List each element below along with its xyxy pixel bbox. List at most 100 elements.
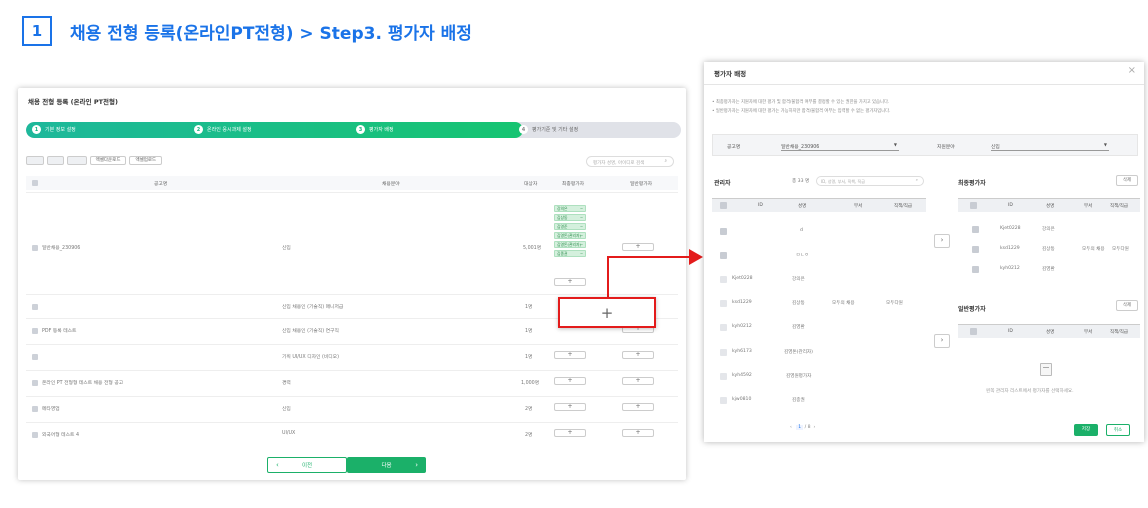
select-all-checkbox[interactable] bbox=[970, 328, 977, 335]
final-id: Kjet0228 bbox=[1000, 226, 1021, 231]
row-checkbox[interactable] bbox=[32, 406, 38, 412]
row-checkbox[interactable] bbox=[720, 349, 727, 356]
progress-fill bbox=[26, 122, 523, 138]
save-button[interactable]: 저장 bbox=[1074, 424, 1098, 436]
row-checkbox[interactable] bbox=[972, 246, 979, 253]
step-label: 기본 정보 설정 bbox=[45, 127, 76, 133]
next-label: 다음 bbox=[381, 463, 392, 469]
row-notice-name: 온라인 PT 전형형 테스트 채용 전형 공고 bbox=[42, 381, 124, 386]
general-delete-button[interactable]: 삭제 bbox=[1116, 300, 1138, 311]
notice-select[interactable]: 일반채용_230906 ▼ bbox=[781, 140, 899, 151]
filter-bar: 공고명 일반채용_230906 ▼ 지원분야 신입 ▼ bbox=[712, 134, 1138, 156]
select-all-checkbox[interactable] bbox=[720, 202, 727, 209]
close-icon[interactable]: × bbox=[1128, 65, 1136, 76]
final-name: 강의은 bbox=[1042, 227, 1055, 232]
final-delete-button[interactable]: 삭제 bbox=[1116, 175, 1138, 186]
add-final-evaluator-button[interactable]: + bbox=[554, 429, 586, 437]
row-checkbox[interactable] bbox=[720, 324, 727, 331]
final-table-header: ID 성명 부서 직책/직급 bbox=[958, 198, 1140, 212]
row-checkbox[interactable] bbox=[720, 397, 727, 404]
page-next-icon[interactable]: › bbox=[814, 425, 816, 430]
divider bbox=[704, 84, 1144, 85]
callout-arrow-head bbox=[689, 249, 703, 265]
next-button[interactable]: 다음 › bbox=[347, 457, 426, 473]
row-checkbox[interactable] bbox=[720, 373, 727, 380]
row-checkbox[interactable] bbox=[32, 328, 38, 334]
final-evaluator-tags: 강의은 − 김상동 − 김영준 − 김영돈(관리자) − 김영돈(관리자) − 김종권 − bbox=[554, 205, 586, 257]
row-count: 5,001명 bbox=[523, 246, 542, 251]
final-section-title: 최종평가자 bbox=[958, 180, 986, 187]
step-item-3[interactable]: 3 평가자 배정 bbox=[356, 125, 394, 134]
add-final-evaluator-button[interactable]: + bbox=[554, 351, 586, 359]
page-current[interactable]: 1 bbox=[796, 425, 804, 430]
step-item-4[interactable]: 4 평가기준 및 기타 설정 bbox=[519, 125, 578, 134]
cancel-button[interactable]: 취소 bbox=[1106, 424, 1130, 436]
row-checkbox[interactable] bbox=[720, 252, 727, 259]
step-label: 온라인 응시과제 설정 bbox=[207, 127, 252, 133]
row-checkbox[interactable] bbox=[32, 432, 38, 438]
row-checkbox[interactable] bbox=[720, 276, 727, 283]
page-prev-icon[interactable]: ‹ bbox=[790, 425, 792, 430]
row-checkbox[interactable] bbox=[972, 266, 979, 273]
remove-icon[interactable]: − bbox=[580, 224, 583, 230]
admin-table-header: ID 성명 부서 직책/직급 bbox=[712, 198, 926, 212]
col-header: 부서 bbox=[854, 204, 863, 209]
plus-icon: + bbox=[600, 304, 614, 322]
add-final-evaluator-button[interactable]: + bbox=[554, 403, 586, 411]
remove-icon[interactable]: − bbox=[580, 215, 583, 221]
row-field: 신입 채용인 (기술직) 연구직 bbox=[282, 329, 339, 334]
add-final-evaluator-button[interactable]: + bbox=[554, 278, 586, 286]
add-general-evaluator-button[interactable]: + bbox=[622, 243, 654, 251]
toolbar-button[interactable] bbox=[67, 156, 87, 165]
row-checkbox[interactable] bbox=[720, 300, 727, 307]
select-all-checkbox[interactable] bbox=[32, 180, 38, 186]
row-checkbox[interactable] bbox=[972, 226, 979, 233]
prev-button[interactable]: ‹ 이전 bbox=[267, 457, 347, 473]
field-select[interactable]: 신입 ▼ bbox=[991, 140, 1109, 151]
admin-name: 김영환 bbox=[792, 325, 805, 330]
col-header: 부서 bbox=[1084, 204, 1093, 209]
remove-icon[interactable]: − bbox=[580, 233, 583, 239]
row-checkbox[interactable] bbox=[32, 354, 38, 360]
evaluator-tag: 강의은 − bbox=[554, 205, 586, 212]
step-header: 1 채용 전형 등록(온라인PT전형) > Step3. 평가자 배정 bbox=[22, 14, 472, 48]
general-empty-message: 왼쪽 관리자 리스트에서 평가자를 선택하세요. bbox=[986, 389, 1074, 394]
move-to-general-button[interactable]: › bbox=[934, 334, 950, 348]
final-id: kyh0212 bbox=[1000, 266, 1020, 271]
page-total: / 8 bbox=[804, 425, 811, 430]
final-id: ksd1229 bbox=[1000, 246, 1020, 251]
move-to-final-button[interactable]: › bbox=[934, 234, 950, 248]
step-dot: 3 bbox=[356, 125, 365, 134]
remove-icon[interactable]: − bbox=[580, 206, 583, 212]
excel-download-button[interactable]: 엑셀다운로드 bbox=[89, 156, 127, 165]
search-icon[interactable]: ⌕ bbox=[664, 158, 667, 164]
remove-icon[interactable]: − bbox=[580, 251, 583, 257]
highlighted-add-evaluator-button[interactable]: + bbox=[558, 297, 656, 328]
add-general-evaluator-button[interactable]: + bbox=[622, 351, 654, 359]
admin-search-input[interactable]: ID, 성명, 부서, 직책, 직급 ⌕ bbox=[816, 176, 924, 186]
excel-upload-button[interactable]: 엑셀업로드 bbox=[129, 156, 163, 165]
row-field: 신입 채용인 (기술직) 매니저급 bbox=[282, 305, 344, 310]
field-label: 지원분야 bbox=[937, 145, 955, 150]
row-checkbox[interactable] bbox=[720, 228, 727, 235]
row-checkbox[interactable] bbox=[32, 380, 38, 386]
remove-icon[interactable]: − bbox=[580, 242, 583, 248]
search-input[interactable]: 평가자 성명, 아이디로 검색 ⌕ bbox=[586, 156, 674, 167]
toolbar-button[interactable] bbox=[26, 156, 44, 165]
step-dot: 4 bbox=[519, 125, 528, 134]
add-general-evaluator-button[interactable]: + bbox=[622, 377, 654, 385]
row-checkbox[interactable] bbox=[32, 245, 38, 251]
step-progress-bar: 1 기본 정보 설정 2 온라인 응시과제 설정 3 평가자 배정 4 평가기준 및 기… bbox=[26, 122, 681, 138]
toolbar-button[interactable] bbox=[46, 156, 65, 165]
add-general-evaluator-button[interactable]: + bbox=[622, 429, 654, 437]
tag-label: 김영돈(관리자) bbox=[557, 242, 581, 247]
select-all-checkbox[interactable] bbox=[970, 202, 977, 209]
admin-position: 모두다원 bbox=[886, 301, 903, 306]
step-item-2[interactable]: 2 온라인 응시과제 설정 bbox=[194, 125, 252, 134]
add-general-evaluator-button[interactable]: + bbox=[622, 403, 654, 411]
step-item-1[interactable]: 1 기본 정보 설정 bbox=[32, 125, 76, 134]
evaluator-tag: 김상동 − bbox=[554, 214, 586, 221]
add-final-evaluator-button[interactable]: + bbox=[554, 377, 586, 385]
row-checkbox[interactable] bbox=[32, 304, 38, 310]
search-icon[interactable]: ⌕ bbox=[916, 177, 918, 182]
